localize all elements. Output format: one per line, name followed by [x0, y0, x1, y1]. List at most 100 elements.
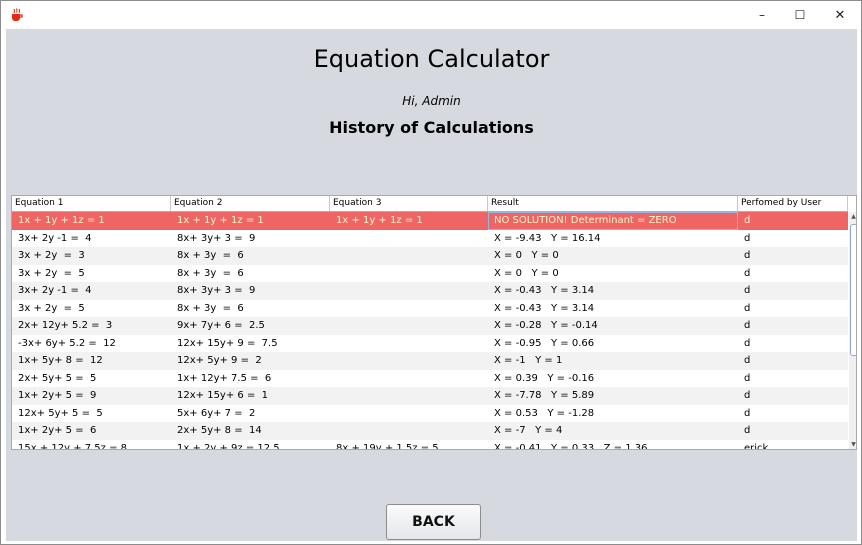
- table-row[interactable]: 1x+ 5y+ 8 = 12 12x+ 5y+ 9 = 2 X = -1 Y = 1…: [12, 352, 848, 370]
- cell-equation-1: 3x+ 2y -1 = 4: [18, 232, 92, 244]
- cell-equation-3: [330, 370, 488, 388]
- cell-equation-2: 8x + 3y = 6: [177, 302, 244, 314]
- table-row[interactable]: 3x + 2y = 3 8x + 3y = 6 X = 0 Y = 0 d: [12, 247, 848, 265]
- cell-equation-1: 2x+ 5y+ 5 = 5: [18, 372, 97, 384]
- table-row[interactable]: 2x+ 12y+ 5.2 = 3 9x+ 7y+ 6 = 2.5 X = -0.28…: [12, 317, 848, 335]
- cell-equation-2: 12x+ 5y+ 9 = 2: [177, 355, 262, 366]
- cell-equation-1: 3x + 2y = 5: [18, 267, 85, 279]
- cell-result: X = -0.41 Y = 0.33 Z = 1.36: [494, 442, 648, 450]
- table-row[interactable]: 1x + 1y + 1z = 1 1x + 1y + 1z = 1 1x + 1y …: [12, 212, 848, 230]
- table-row[interactable]: 3x + 2y = 5 8x + 3y = 6 X = -0.43 Y = 3.14…: [12, 300, 848, 318]
- cell-equation-2: 9x+ 7y+ 6 = 2.5: [177, 320, 265, 331]
- cell-result: X = -0.43 Y = 3.14: [494, 285, 595, 296]
- table-row[interactable]: 3x+ 2y -1 = 4 8x+ 3y+ 3 = 9 X = -0.43 Y = …: [12, 282, 848, 300]
- vertical-scrollbar[interactable]: ▲ ▼: [849, 212, 856, 449]
- column-header-equation-2[interactable]: Equation 2: [171, 196, 330, 211]
- cell-user: erick: [744, 442, 769, 450]
- cell-user: d: [744, 425, 751, 436]
- cell-equation-1: 1x+ 2y+ 5 = 6: [18, 425, 97, 436]
- cell-equation-1: 1x+ 2y+ 5 = 9: [18, 390, 97, 401]
- column-header-equation-3[interactable]: Equation 3: [330, 196, 488, 211]
- cell-user: d: [744, 267, 751, 279]
- minimize-button[interactable]: –: [741, 1, 783, 29]
- cell-equation-1: 12x+ 5y+ 5 = 5: [18, 407, 103, 419]
- cell-equation-2: 1x + 2y + 9z = 12.5: [177, 442, 280, 450]
- column-header-result[interactable]: Result: [488, 196, 738, 211]
- maximize-button[interactable]: ☐: [779, 1, 821, 29]
- cell-equation-3: [330, 247, 488, 265]
- column-header-user[interactable]: Perfomed by User: [738, 196, 848, 211]
- cell-equation-3: 8x + 19y + 1.5z = 5: [336, 442, 439, 450]
- close-button[interactable]: ✕: [819, 1, 861, 29]
- cell-equation-3: 1x + 1y + 1z = 1: [336, 215, 423, 226]
- cell-equation-2: 8x+ 3y+ 3 = 9: [177, 285, 256, 296]
- cell-equation-3: [330, 405, 488, 423]
- cell-equation-3: [330, 282, 488, 300]
- scroll-down-arrow-icon[interactable]: ▼: [849, 440, 856, 449]
- table-row[interactable]: 15x + 12y + 7.5z = 8 1x + 2y + 9z = 12.5 8…: [12, 440, 848, 450]
- cell-result: X = -1 Y = 1: [494, 355, 563, 366]
- minimize-icon: –: [759, 8, 765, 22]
- table-row[interactable]: -3x+ 6y+ 5.2 = 12 12x+ 15y+ 9 = 7.5 X = -0…: [12, 335, 848, 353]
- cell-user: d: [744, 407, 751, 419]
- cell-result: X = -0.43 Y = 3.14: [494, 302, 595, 314]
- app-window: – ☐ ✕ Equation Calculator Hi, Admin Hist…: [0, 0, 862, 545]
- history-table[interactable]: Equation 1 Equation 2 Equation 3 Result …: [11, 195, 857, 450]
- cell-user: d: [744, 355, 751, 366]
- back-button[interactable]: BACK: [386, 504, 481, 540]
- cell-equation-1: 2x+ 12y+ 5.2 = 3: [18, 320, 113, 331]
- cell-result: X = -9.43 Y = 16.14: [494, 232, 601, 244]
- maximize-icon: ☐: [794, 8, 806, 22]
- cell-equation-2: 8x + 3y = 6: [177, 267, 244, 279]
- cell-result: X = 0.39 Y = -0.16: [494, 372, 595, 384]
- scroll-up-arrow-icon[interactable]: ▲: [849, 212, 856, 222]
- cell-equation-1: 1x+ 5y+ 8 = 12: [18, 355, 103, 366]
- title-bar[interactable]: – ☐ ✕: [1, 1, 861, 29]
- main-panel: Equation Calculator Hi, Admin History of…: [6, 29, 857, 541]
- cell-result: X = 0 Y = 0: [494, 267, 559, 279]
- cell-equation-1: 3x + 2y = 5: [18, 302, 85, 314]
- cell-result: X = 0 Y = 0: [494, 250, 559, 261]
- cell-equation-2: 8x + 3y = 6: [177, 250, 244, 261]
- column-header-equation-1[interactable]: Equation 1: [12, 196, 171, 211]
- table-row[interactable]: 2x+ 5y+ 5 = 5 1x+ 12y+ 7.5 = 6 X = 0.39 Y …: [12, 370, 848, 388]
- cell-equation-1: 1x + 1y + 1z = 1: [18, 215, 105, 226]
- java-cup-icon: [10, 7, 24, 21]
- cell-equation-1: -3x+ 6y+ 5.2 = 12: [18, 337, 116, 349]
- cell-equation-1: 15x + 12y + 7.5z = 8: [18, 442, 128, 450]
- table-row[interactable]: 1x+ 2y+ 5 = 9 12x+ 15y+ 6 = 1 X = -7.78 Y …: [12, 387, 848, 405]
- page-title: Equation Calculator: [313, 45, 550, 73]
- cell-equation-3: [330, 352, 488, 370]
- cell-user: d: [744, 390, 751, 401]
- cell-result: NO SOLUTION! Determinant = ZERO: [494, 215, 677, 226]
- user-greeting: Hi, Admin: [402, 94, 461, 108]
- cell-user: d: [744, 285, 751, 296]
- cell-result: X = -0.28 Y = -0.14: [494, 320, 598, 331]
- cell-equation-1: 3x+ 2y -1 = 4: [18, 285, 92, 296]
- table-body: 1x + 1y + 1z = 1 1x + 1y + 1z = 1 1x + 1y …: [12, 212, 848, 450]
- table-row[interactable]: 3x + 2y = 5 8x + 3y = 6 X = 0 Y = 0 d: [12, 265, 848, 283]
- cell-equation-2: 1x+ 12y+ 7.5 = 6: [177, 372, 272, 384]
- history-subtitle: History of Calculations: [329, 118, 534, 137]
- cell-equation-2: 12x+ 15y+ 9 = 7.5: [177, 337, 278, 349]
- cell-user: d: [744, 215, 751, 226]
- cell-result: X = -7.78 Y = 5.89: [494, 390, 595, 401]
- table-row[interactable]: 3x+ 2y -1 = 4 8x+ 3y+ 3 = 9 X = -9.43 Y = …: [12, 230, 848, 248]
- cell-equation-3: [330, 335, 488, 353]
- table-header: Equation 1 Equation 2 Equation 3 Result …: [12, 196, 848, 212]
- cell-equation-2: 1x + 1y + 1z = 1: [177, 215, 264, 226]
- cell-equation-3: [330, 265, 488, 283]
- table-row[interactable]: 12x+ 5y+ 5 = 5 5x+ 6y+ 7 = 2 X = 0.53 Y = …: [12, 405, 848, 423]
- cell-equation-3: [330, 230, 488, 248]
- scroll-thumb[interactable]: [850, 224, 856, 356]
- cell-equation-3: [330, 387, 488, 405]
- cell-equation-3: [330, 317, 488, 335]
- cell-user: d: [744, 250, 751, 261]
- cell-equation-1: 3x + 2y = 3: [18, 250, 85, 261]
- close-icon: ✕: [834, 7, 846, 23]
- cell-equation-2: 12x+ 15y+ 6 = 1: [177, 390, 269, 401]
- cell-equation-2: 5x+ 6y+ 7 = 2: [177, 407, 256, 419]
- cell-equation-2: 2x+ 5y+ 8 = 14: [177, 425, 262, 436]
- table-row[interactable]: 1x+ 2y+ 5 = 6 2x+ 5y+ 8 = 14 X = -7 Y = 4 d: [12, 422, 848, 440]
- cell-equation-2: 8x+ 3y+ 3 = 9: [177, 232, 256, 244]
